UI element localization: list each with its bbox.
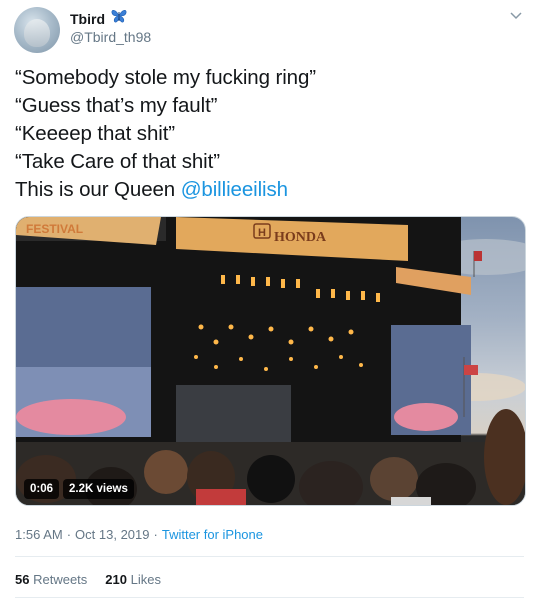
honda-banner-text: HONDA [274,230,327,245]
retweets-label: Retweets [33,572,88,587]
tweet-line-prefix: This is our Queen [15,178,181,201]
likes-count: 210 [105,572,127,587]
video-duration: 0:06 [24,479,60,499]
author-name-row[interactable]: Tbird [70,9,127,28]
tweet-line: “Keeeep that shit” [15,122,176,145]
retweets-stat[interactable]: 56 Retweets [15,572,87,587]
divider [15,597,524,598]
tweet-meta: 1:56 AM · Oct 13, 2019 · Twitter for iPh… [15,527,263,542]
divider [15,556,524,557]
likes-label: Likes [130,572,161,587]
avatar[interactable] [14,7,60,53]
svg-text:H: H [258,227,266,239]
tweet-source-link[interactable]: Twitter for iPhone [162,527,263,542]
display-name[interactable]: Tbird [70,11,105,27]
tweet-line: “Guess that’s my fault” [15,94,218,117]
butterfly-icon [111,9,127,28]
tweet-time[interactable]: 1:56 AM [15,527,63,542]
meta-separator: · [153,527,158,542]
video-frame: FESTIVAL H HONDA [16,217,525,505]
author-handle[interactable]: @Tbird_th98 [70,29,151,45]
meta-separator: · [66,527,72,542]
video-badges: 0:06 2.2K views [24,479,134,499]
likes-stat[interactable]: 210 Likes [105,572,161,587]
retweets-count: 56 [15,572,30,587]
mention-link[interactable]: @billieeilish [181,178,288,201]
festival-banner-text: FESTIVAL [26,222,83,236]
tweet-line-last: This is our Queen @billieeilish [15,176,525,204]
tweet-text: “Somebody stole my fucking ring” “Guess … [15,64,525,204]
tweet-line: “Take Care of that shit” [15,150,220,173]
chevron-down-icon[interactable] [509,8,523,22]
video-player[interactable]: FESTIVAL H HONDA 0:06 2.2K views [15,216,526,506]
tweet-stats: 56 Retweets 210 Likes [15,572,161,587]
tweet-date[interactable]: Oct 13, 2019 [75,527,149,542]
tweet-line: “Somebody stole my fucking ring” [15,66,317,89]
avatar-face [24,19,50,47]
video-views: 2.2K views [63,479,134,499]
